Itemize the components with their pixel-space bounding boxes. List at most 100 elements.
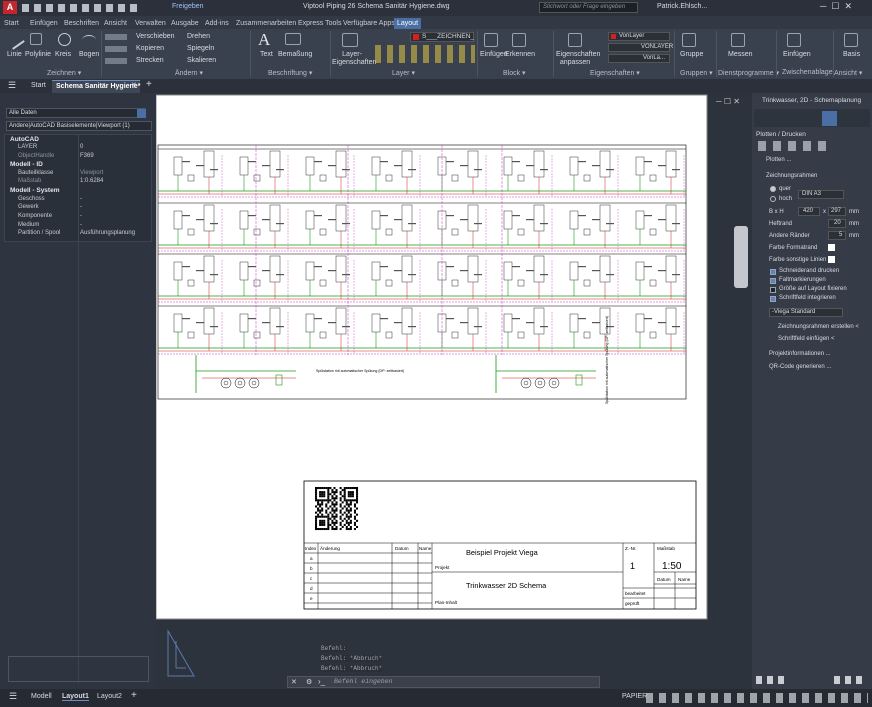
status-toggle-icons[interactable] [646, 693, 868, 703]
tab-start[interactable]: Start [4, 18, 19, 29]
prop-value[interactable]: - [80, 213, 82, 219]
insert-titleblock-button[interactable]: Schriftfeld einfügen < [778, 336, 835, 342]
tab-verfuegbare-apps[interactable]: Verfügbare Apps [343, 18, 395, 29]
prop-value[interactable]: Ausführungsplanung [80, 230, 135, 236]
tab-ansicht[interactable]: Ansicht [104, 18, 127, 29]
tab-express-tools[interactable]: Express Tools [298, 18, 341, 29]
properties-match-button[interactable]: Eigenschaften anpassen [556, 51, 600, 67]
panel-toolbar[interactable] [754, 109, 870, 127]
line-icon[interactable] [5, 30, 25, 50]
command-input[interactable]: Befehl eingeben [334, 678, 393, 685]
base-view-button[interactable]: Basis [843, 51, 860, 58]
group-zeichnen[interactable]: Zeichnen ▾ [47, 69, 81, 77]
block-detect-button[interactable]: Erkennen [505, 51, 535, 58]
section-autocad[interactable]: AutoCAD [10, 136, 39, 143]
add-layout-icon[interactable]: + [131, 690, 137, 701]
modify-icons[interactable] [105, 34, 127, 64]
prop-value[interactable]: - [80, 222, 82, 228]
paper-space-toggle[interactable]: PAPIER [622, 693, 647, 700]
qr-generate-button[interactable]: QR-Code generieren ... [769, 364, 831, 370]
radio-hoch[interactable] [770, 196, 776, 202]
group-block[interactable]: Block ▾ [503, 69, 526, 77]
linetype-dropdown[interactable]: VONLAYER [608, 43, 673, 52]
section-modell-system[interactable]: Modell - System [10, 187, 59, 194]
section-modell-id[interactable]: Modell - ID [10, 161, 43, 168]
filter-dropdown[interactable]: Alle Daten ▾ [6, 108, 146, 118]
group-ansicht[interactable]: Ansicht ▾ [834, 69, 862, 77]
search-input[interactable]: Stichwort oder Frage eingeben [539, 2, 638, 13]
format-dropdown[interactable]: DIN A3 [798, 190, 844, 199]
quick-select-icon[interactable] [137, 109, 146, 118]
tab-beschriften[interactable]: Beschriften [64, 18, 99, 29]
user-menu[interactable]: Patrick.Ehlsch... [657, 3, 707, 10]
scale-button[interactable]: Skalieren [187, 57, 216, 64]
tab-layout[interactable]: Layout [394, 18, 422, 29]
copy-button[interactable]: Kopieren [136, 45, 164, 52]
share-button[interactable]: Freigeben [172, 3, 204, 10]
stretch-button[interactable]: Strecken [136, 57, 164, 64]
hamburger-icon[interactable]: ☰ [8, 80, 16, 91]
move-button[interactable]: Verschieben [136, 33, 175, 40]
farbe-formatrand-swatch[interactable] [828, 244, 835, 251]
rotate-button[interactable]: Drehen [187, 33, 210, 40]
raender-input[interactable]: 5 [828, 231, 846, 240]
tab-addins[interactable]: Add-ins [205, 18, 229, 29]
app-logo[interactable]: A [3, 1, 17, 14]
circle-button[interactable]: Kreis [55, 51, 71, 58]
drawing-canvas[interactable]: Spülstation mit automatischer Spülung (D… [156, 93, 752, 689]
tab-verwalten[interactable]: Verwalten [135, 18, 166, 29]
measure-button[interactable]: Messen [728, 51, 753, 58]
tab-einfuegen[interactable]: Einfügen [30, 18, 58, 29]
layer-properties-button[interactable]: Layer-Eigenschaften [332, 51, 376, 67]
mirror-button[interactable]: Spiegeln [187, 45, 214, 52]
close-viewport-icon[interactable]: ─ ☐ ✕ [716, 97, 740, 106]
checkbox-schneiderand[interactable] [770, 269, 776, 275]
polyline-button[interactable]: Polylinie [25, 51, 51, 58]
section-zeichnungsrahmen[interactable]: Zeichnungsrahmen [766, 173, 817, 179]
style-dropdown[interactable]: -Viega Standard [769, 308, 843, 317]
settings-icons[interactable] [834, 676, 866, 684]
group-aendern[interactable]: Ändern ▾ [175, 69, 203, 77]
doc-tab-start[interactable]: Start [31, 82, 46, 89]
farbe-linien-swatch[interactable] [828, 256, 835, 263]
group-layer[interactable]: Layer ▾ [392, 69, 415, 77]
radio-quer[interactable] [770, 186, 776, 192]
layer-dropdown[interactable]: S___ZEICHNEN_ [410, 32, 474, 42]
plotten-button[interactable]: Plotten ... [766, 157, 791, 163]
line-button[interactable]: Linie [7, 51, 22, 58]
checkbox-faltmarkierungen[interactable] [770, 278, 776, 284]
group-beschriftung[interactable]: Beschriftung ▾ [268, 69, 312, 77]
window-controls[interactable]: ─ ☐ ✕ [820, 1, 852, 12]
hamburger-icon[interactable]: ☰ [9, 691, 17, 702]
dimension-button[interactable]: Bemaßung [278, 51, 312, 58]
heftrand-input[interactable]: 20 [828, 219, 846, 228]
group-gruppen[interactable]: Gruppen ▾ [680, 69, 713, 77]
navigation-bar[interactable] [734, 226, 748, 288]
close-tab-icon[interactable]: ✕ [131, 81, 137, 89]
tab-zusammenarbeiten[interactable]: Zusammenarbeiten [236, 18, 296, 29]
tab-modell[interactable]: Modell [31, 693, 52, 700]
prop-value[interactable]: - [80, 204, 82, 210]
layer-tool-icons[interactable] [375, 45, 475, 63]
width-input[interactable]: 420 [798, 207, 820, 216]
quick-access-icons[interactable] [22, 4, 140, 12]
color-dropdown[interactable]: VonLayer [608, 32, 670, 41]
paste-button[interactable]: Einfügen [783, 51, 811, 58]
group-zwischenablage[interactable]: Zwischenablage [782, 69, 833, 76]
context-dropdown[interactable]: Andere|AutoCAD Basiselemente|Viewport (1… [6, 121, 152, 131]
tab-ausgabe[interactable]: Ausgabe [171, 18, 199, 29]
prop-value[interactable]: 0 [80, 144, 83, 150]
new-tab-icon[interactable]: + [146, 79, 152, 90]
arc-button[interactable]: Bogen [79, 51, 99, 58]
lineweight-dropdown[interactable]: VonLa... [608, 54, 670, 63]
group-dienstprogramme[interactable]: Dienstprogramme ▾ [718, 69, 779, 77]
create-frame-button[interactable]: Zeichnungsrahmen erstellen < [778, 324, 859, 330]
panel-icon-row[interactable] [758, 141, 828, 151]
height-input[interactable]: 297 [828, 207, 846, 216]
project-info-button[interactable]: Projektinformationen ... [769, 351, 831, 357]
tab-layout1[interactable]: Layout1 [62, 693, 89, 701]
tab-layout2[interactable]: Layout2 [97, 693, 122, 700]
doc-tab-active[interactable]: Schema Sanitär Hygiene* [52, 80, 140, 93]
checkbox-groesse-fixieren[interactable] [770, 287, 776, 293]
wrench-icon[interactable]: ⚙ [306, 678, 312, 686]
